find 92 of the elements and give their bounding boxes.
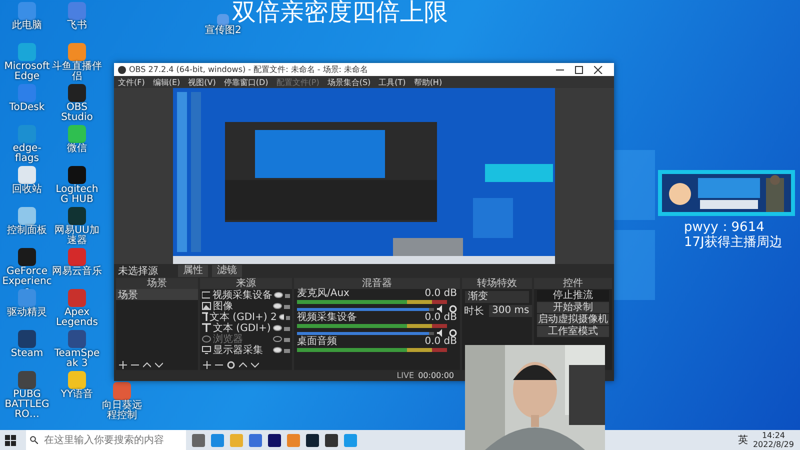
app-icon[interactable] bbox=[68, 84, 86, 102]
control-button[interactable]: 工作室模式 bbox=[537, 326, 609, 337]
app-icon[interactable] bbox=[18, 330, 36, 348]
source-name[interactable]: 图像 bbox=[213, 298, 271, 312]
monitor-icon bbox=[202, 346, 211, 354]
menu-item[interactable]: 工具(T) bbox=[378, 76, 406, 88]
globe-icon bbox=[202, 334, 211, 342]
source-name[interactable]: 浏览器 bbox=[213, 332, 271, 346]
search-field[interactable]: 在这里输入你要搜索的内容 bbox=[26, 430, 186, 450]
text-icon bbox=[202, 323, 211, 332]
menu-item[interactable]: 停靠窗口(D) bbox=[224, 76, 268, 88]
channel-reading: 0.0 dB bbox=[424, 313, 457, 323]
toolbar-button[interactable]: 滤镜 bbox=[212, 265, 242, 277]
taskbar-app-icon[interactable] bbox=[325, 434, 338, 446]
icon-label[interactable]: Microsoft Edge bbox=[2, 62, 52, 82]
input-method[interactable]: 英 bbox=[738, 433, 748, 447]
duration-label: 时长 bbox=[464, 304, 484, 318]
app-icon[interactable] bbox=[18, 248, 36, 266]
menu-item[interactable]: 帮助(H) bbox=[414, 76, 442, 88]
icon-label[interactable]: 斗鱼直播伴侣 bbox=[52, 62, 102, 82]
icon-label[interactable]: 驱动精灵 bbox=[7, 308, 47, 318]
channel-reading: 0.0 dB bbox=[424, 337, 457, 347]
source-name[interactable]: 视频采集设备 bbox=[212, 288, 272, 302]
panel-title: 控件 bbox=[534, 278, 612, 289]
settings-icon[interactable] bbox=[449, 305, 457, 313]
source-name[interactable]: 显示器采集 bbox=[213, 342, 271, 356]
panel-title: 转场特效 bbox=[462, 278, 532, 289]
move-down-icon[interactable] bbox=[155, 360, 163, 368]
menu-item[interactable]: 视图(V) bbox=[188, 76, 216, 88]
control-button[interactable]: 开始录制 bbox=[537, 302, 609, 313]
panel-title: 场景 bbox=[116, 278, 198, 289]
channel-name: 麦克风/Aux bbox=[297, 289, 350, 299]
icon-label[interactable]: 飞书 bbox=[67, 21, 87, 31]
settings-icon[interactable] bbox=[227, 360, 235, 368]
selection-label: 未选择源 bbox=[118, 264, 158, 278]
scene-item[interactable]: 场景 bbox=[116, 289, 198, 300]
overlay-text: 17J获得主播周边 bbox=[684, 235, 782, 250]
icon-label[interactable]: 控制面板 bbox=[7, 226, 47, 236]
icon-label[interactable]: 网易UU加速器 bbox=[52, 226, 102, 246]
taskbar-app-icon[interactable] bbox=[268, 434, 281, 446]
app-icon[interactable] bbox=[68, 207, 86, 225]
banner-title: 双倍亲密度四倍上限 bbox=[232, 0, 448, 26]
move-up-icon[interactable] bbox=[239, 360, 247, 368]
taskbar-app-icon[interactable] bbox=[306, 434, 319, 446]
app-icon[interactable] bbox=[18, 371, 36, 389]
live-indicator: LIVE bbox=[396, 371, 414, 380]
duration-field[interactable]: 300 ms bbox=[489, 304, 532, 316]
icon-label[interactable]: ToDesk bbox=[9, 103, 45, 113]
add-icon[interactable] bbox=[119, 360, 127, 368]
icon-label[interactable]: OBS Studio bbox=[52, 103, 102, 123]
menu-item[interactable]: 场景集合(S) bbox=[327, 76, 371, 88]
icon-label[interactable]: 此电脑 bbox=[12, 21, 42, 31]
app-icon[interactable] bbox=[68, 166, 86, 184]
search-icon bbox=[30, 436, 38, 444]
control-button[interactable]: 启动虚拟摄像机 bbox=[537, 314, 609, 325]
channel-name: 桌面音频 bbox=[297, 337, 337, 347]
icon-label[interactable]: 微信 bbox=[67, 144, 87, 154]
camera-icon bbox=[202, 290, 210, 298]
toolbar-button[interactable]: 属性 bbox=[178, 265, 208, 277]
app-icon bbox=[118, 66, 126, 74]
icon-label[interactable]: Logitech G HUB bbox=[52, 185, 102, 205]
panel-title: 来源 bbox=[200, 278, 292, 289]
transition-dropdown[interactable]: 渐变 bbox=[465, 291, 529, 303]
icon-label[interactable]: 网易云音乐 bbox=[52, 267, 102, 277]
source-name[interactable]: 文本 (GDI+) 2 bbox=[210, 310, 277, 324]
control-button[interactable]: 停止推流 bbox=[537, 290, 609, 301]
move-up-icon[interactable] bbox=[143, 360, 151, 368]
text-icon bbox=[202, 312, 208, 321]
icon-label[interactable]: edge-flags bbox=[2, 144, 52, 164]
source-name[interactable]: 文本 (GDI+) bbox=[213, 320, 271, 334]
icon-label[interactable]: 宣传图2 bbox=[205, 26, 242, 36]
icon-label[interactable]: TeamSpeak 3 bbox=[52, 349, 102, 369]
overlay-text: pwyy：9614 bbox=[684, 220, 766, 235]
icon-label[interactable]: 回收站 bbox=[12, 185, 42, 195]
channel-reading: 0.0 dB bbox=[424, 289, 457, 299]
app-icon[interactable] bbox=[18, 166, 36, 184]
settings-icon[interactable] bbox=[449, 329, 457, 337]
clock-time[interactable]: 14:24 bbox=[762, 431, 786, 440]
menu-item[interactable]: 文件(F) bbox=[118, 76, 145, 88]
add-icon[interactable] bbox=[203, 360, 211, 368]
icon-label[interactable]: YY语音 bbox=[60, 390, 94, 400]
move-down-icon[interactable] bbox=[251, 360, 259, 368]
image-icon bbox=[202, 302, 211, 310]
icon-label[interactable]: Steam bbox=[10, 349, 44, 359]
clock-date[interactable]: 2022/8/29 bbox=[752, 440, 794, 449]
window-title: OBS 27.2.4 (64-bit, windows) - 配置文件: 未命名 - 场景: 未命名 bbox=[129, 64, 370, 75]
icon-label[interactable]: PUBG BATTLEGRO… bbox=[2, 390, 52, 420]
icon-label[interactable]: Apex Legends bbox=[52, 308, 102, 328]
live-time: 00:00:00 bbox=[418, 371, 454, 380]
icon-label[interactable]: 向日葵远程控制 bbox=[100, 401, 144, 421]
channel-name: 视频采集设备 bbox=[297, 313, 357, 323]
menu-item[interactable]: 编辑(E) bbox=[152, 76, 180, 88]
